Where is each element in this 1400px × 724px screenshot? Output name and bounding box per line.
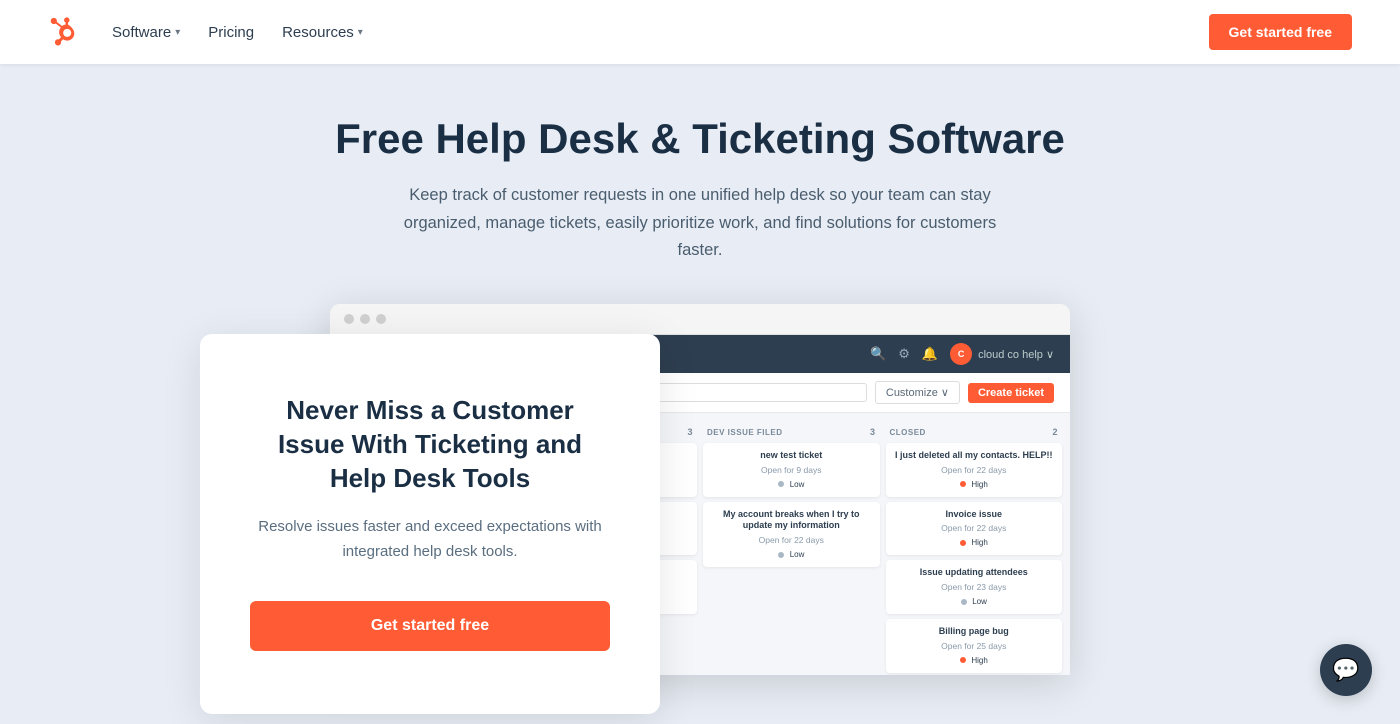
col-count: 3	[687, 427, 693, 437]
priority-label: High	[971, 656, 987, 665]
user-badge[interactable]: C cloud co help ∨	[950, 343, 1054, 365]
card-meta: Open for 25 days	[894, 641, 1055, 651]
priority-dot	[960, 657, 966, 663]
card-priority: Low	[711, 479, 872, 490]
browser-dot-1	[344, 314, 354, 324]
priority-label: High	[971, 480, 987, 489]
nav-pricing[interactable]: Pricing	[208, 24, 254, 41]
kanban-card[interactable]: My account breaks when I try to update m…	[703, 502, 880, 567]
chat-icon: 💬	[1332, 657, 1359, 683]
col-title: CLOSED	[890, 428, 926, 437]
priority-label: Low	[790, 480, 805, 489]
card-priority: High	[894, 479, 1055, 490]
card-title: Invoice issue	[894, 509, 1055, 521]
card-meta: Open for 22 days	[894, 465, 1055, 475]
card-meta: Open for 9 days	[711, 465, 872, 475]
priority-dot	[778, 552, 784, 558]
card-priority: High	[894, 655, 1055, 666]
kanban-col-header-3: CLOSED 2	[886, 423, 1063, 443]
card-title: My account breaks when I try to update m…	[711, 509, 872, 532]
card-title: new test ticket	[711, 450, 872, 462]
card-title: Billing page bug	[894, 626, 1055, 638]
card-meta: Open for 23 days	[894, 582, 1055, 592]
nav-left: Software ▾ Pricing Resources ▾	[48, 16, 363, 48]
nav-cta-button[interactable]: Get started free	[1209, 14, 1352, 50]
kanban-column-3: CLOSED 2 I just deleted all my contacts. …	[886, 423, 1063, 675]
settings-icon[interactable]: ⚙	[898, 346, 910, 362]
browser-dot-2	[360, 314, 370, 324]
priority-label: Low	[972, 597, 987, 606]
app-toolbar-icons: 🔍 ⚙ 🔔 C cloud co help ∨	[870, 343, 1054, 365]
hero-section: Free Help Desk & Ticketing Software Keep…	[0, 64, 1400, 724]
hero-title: Free Help Desk & Ticketing Software	[20, 114, 1380, 164]
col-title: DEV ISSUE FILED	[707, 428, 783, 437]
priority-dot	[778, 481, 784, 487]
nav-resources[interactable]: Resources ▾	[282, 24, 363, 41]
left-card-description: Resolve issues faster and exceed expecta…	[250, 515, 610, 565]
card-title: Issue updating attendees	[894, 567, 1055, 579]
left-card-cta-button[interactable]: Get started free	[250, 601, 610, 651]
kanban-card[interactable]: Billing page bug Open for 25 days High	[886, 619, 1063, 673]
software-chevron-icon: ▾	[175, 27, 180, 38]
browser-dot-3	[376, 314, 386, 324]
left-card: Never Miss a Customer Issue With Ticketi…	[200, 334, 660, 714]
card-priority: Low	[894, 596, 1055, 607]
card-title: I just deleted all my contacts. HELP!!	[894, 450, 1055, 462]
priority-dot	[960, 481, 966, 487]
card-priority: High	[894, 537, 1055, 548]
chat-bubble[interactable]: 💬	[1320, 644, 1372, 696]
browser-chrome	[330, 304, 1070, 335]
card-meta: Open for 22 days	[711, 535, 872, 545]
card-priority: Low	[711, 549, 872, 560]
priority-label: Low	[790, 550, 805, 559]
kanban-card[interactable]: I just deleted all my contacts. HELP!! O…	[886, 443, 1063, 497]
search-icon[interactable]: 🔍	[870, 346, 886, 362]
priority-dot	[961, 599, 967, 605]
kanban-col-header-2: DEV ISSUE FILED 3	[703, 423, 880, 443]
nav-software[interactable]: Software ▾	[112, 24, 180, 41]
col-count: 3	[870, 427, 876, 437]
kanban-card[interactable]: Invoice issue Open for 22 days High	[886, 502, 1063, 556]
priority-label: High	[971, 538, 987, 547]
hubspot-logo[interactable]	[48, 16, 80, 48]
user-label: cloud co help ∨	[978, 348, 1054, 361]
kanban-card[interactable]: new test ticket Open for 9 days Low	[703, 443, 880, 497]
customize-button[interactable]: Customize ∨	[875, 381, 960, 404]
navbar: Software ▾ Pricing Resources ▾ Get start…	[0, 0, 1400, 64]
preview-container: Automation ∨ Dashboards 🔍 ⚙ 🔔 C cloud co…	[150, 304, 1250, 724]
notifications-icon[interactable]: 🔔	[922, 346, 938, 362]
hero-subtitle: Keep track of customer requests in one u…	[380, 182, 1020, 264]
priority-dot	[960, 540, 966, 546]
avatar: C	[950, 343, 972, 365]
create-ticket-button[interactable]: Create ticket	[968, 383, 1054, 403]
col-count: 2	[1052, 427, 1058, 437]
resources-chevron-icon: ▾	[358, 27, 363, 38]
card-meta: Open for 22 days	[894, 523, 1055, 533]
kanban-column-2: DEV ISSUE FILED 3 new test ticket Open fo…	[703, 423, 880, 675]
left-card-title: Never Miss a Customer Issue With Ticketi…	[250, 394, 610, 495]
nav-links: Software ▾ Pricing Resources ▾	[112, 24, 363, 41]
kanban-card[interactable]: Issue updating attendees Open for 23 day…	[886, 560, 1063, 614]
